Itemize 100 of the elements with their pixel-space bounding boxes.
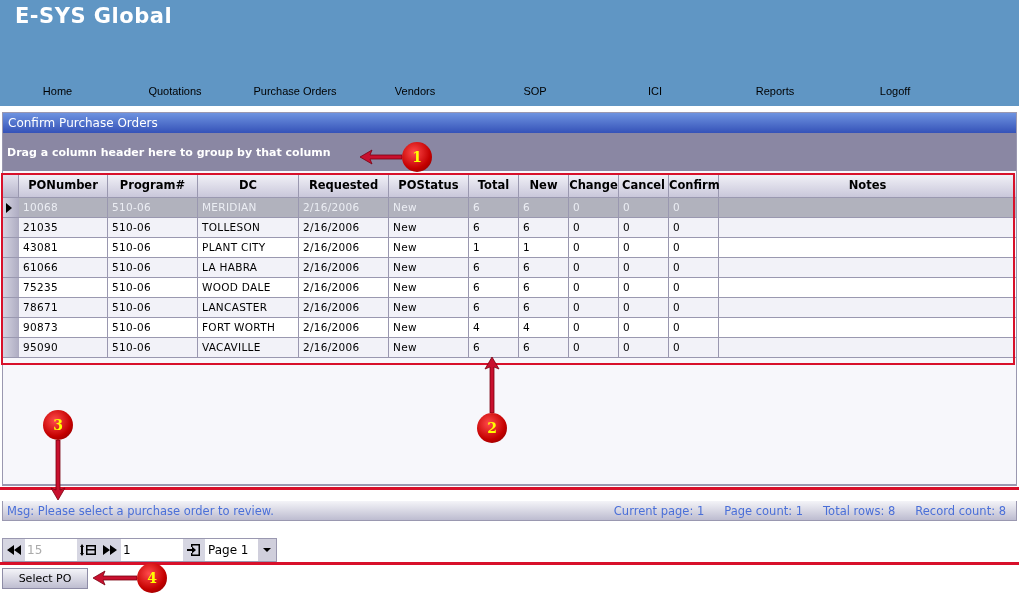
panel-title: Confirm Purchase Orders bbox=[3, 113, 1016, 133]
arrow-icon bbox=[93, 570, 137, 586]
table-cell: 1 bbox=[519, 238, 569, 258]
table-cell: 510-06 bbox=[108, 198, 198, 218]
table-cell: LA HABRA bbox=[198, 258, 299, 278]
nav-link[interactable]: Quotations bbox=[115, 85, 235, 97]
column-header[interactable]: Requested bbox=[299, 174, 389, 198]
table-cell: 0 bbox=[569, 338, 619, 358]
table-cell: 0 bbox=[669, 278, 719, 298]
column-header[interactable]: Change bbox=[569, 174, 619, 198]
table-cell: FORT WORTH bbox=[198, 318, 299, 338]
previous-page-button[interactable] bbox=[3, 539, 25, 561]
header-corner bbox=[3, 174, 19, 198]
table-cell: 2/16/2006 bbox=[299, 338, 389, 358]
row-selector[interactable] bbox=[3, 198, 19, 218]
table-cell: 0 bbox=[669, 338, 719, 358]
table-cell: New bbox=[389, 318, 469, 338]
table-cell: 90873 bbox=[19, 318, 108, 338]
table-cell: 0 bbox=[619, 218, 669, 238]
table-cell: 75235 bbox=[19, 278, 108, 298]
nav-link[interactable]: SOP bbox=[475, 85, 595, 97]
table-cell: 0 bbox=[619, 198, 669, 218]
table-cell: 0 bbox=[569, 258, 619, 278]
column-header[interactable]: PONumber bbox=[19, 174, 108, 198]
go-to-page-button[interactable] bbox=[183, 539, 205, 561]
column-header[interactable]: Program# bbox=[108, 174, 198, 198]
table-cell: WOOD DALE bbox=[198, 278, 299, 298]
set-page-size-button[interactable] bbox=[77, 539, 99, 561]
nav-link[interactable]: Home bbox=[0, 85, 115, 97]
table-cell: 0 bbox=[619, 318, 669, 338]
table-cell: 2/16/2006 bbox=[299, 298, 389, 318]
callout-badge: 4 bbox=[137, 563, 167, 593]
status-message: Msg: Please select a purchase order to review. bbox=[7, 503, 274, 518]
column-header[interactable]: New bbox=[519, 174, 569, 198]
table-cell: 2/16/2006 bbox=[299, 278, 389, 298]
table-cell: 6 bbox=[469, 218, 519, 238]
table-cell: 4 bbox=[469, 318, 519, 338]
table-cell: 95090 bbox=[19, 338, 108, 358]
arrow-icon bbox=[360, 149, 402, 165]
status-stat: Current page: 1 bbox=[613, 503, 705, 518]
table-cell: 0 bbox=[569, 218, 619, 238]
table-cell: New bbox=[389, 338, 469, 358]
next-page-button[interactable] bbox=[99, 539, 121, 561]
table-cell: 6 bbox=[519, 278, 569, 298]
table-cell: 6 bbox=[469, 278, 519, 298]
table-cell: 0 bbox=[669, 318, 719, 338]
table-cell: 510-06 bbox=[108, 238, 198, 258]
table-cell: 2/16/2006 bbox=[299, 198, 389, 218]
table-cell: 0 bbox=[569, 298, 619, 318]
double-left-arrow-icon bbox=[7, 545, 21, 555]
table-cell: 0 bbox=[669, 218, 719, 238]
table-cell: 510-06 bbox=[108, 278, 198, 298]
table-cell: LANCASTER bbox=[198, 298, 299, 318]
select-po-button[interactable]: Select PO bbox=[2, 568, 88, 589]
table-cell: 0 bbox=[619, 258, 669, 278]
column-header[interactable]: DC bbox=[198, 174, 299, 198]
column-header[interactable]: Confirm bbox=[669, 174, 719, 198]
table-cell: 0 bbox=[669, 238, 719, 258]
table-cell: 2/16/2006 bbox=[299, 238, 389, 258]
group-hint: Drag a column header here to group by that column bbox=[7, 145, 331, 159]
table-cell: 1 bbox=[469, 238, 519, 258]
dropdown-button[interactable] bbox=[258, 539, 276, 561]
table-cell: 0 bbox=[569, 238, 619, 258]
table-cell: 510-06 bbox=[108, 258, 198, 278]
rows-icon bbox=[80, 544, 96, 556]
table-cell: 2/16/2006 bbox=[299, 318, 389, 338]
table-cell: 6 bbox=[469, 198, 519, 218]
table-cell: 6 bbox=[469, 338, 519, 358]
column-header[interactable]: Total bbox=[469, 174, 519, 198]
logo: E-SYS Global bbox=[14, 3, 173, 28]
table-cell: 0 bbox=[569, 278, 619, 298]
table-cell: 510-06 bbox=[108, 298, 198, 318]
status-stat: Page count: 1 bbox=[724, 503, 804, 518]
nav-link[interactable]: Logoff bbox=[835, 85, 955, 97]
nav-link[interactable]: ICI bbox=[595, 85, 715, 97]
table-cell: 510-06 bbox=[108, 338, 198, 358]
caret-icon bbox=[263, 548, 271, 552]
table-cell: MERIDIAN bbox=[198, 198, 299, 218]
column-header[interactable]: Cancel bbox=[619, 174, 669, 198]
table-cell: New bbox=[389, 258, 469, 278]
table-cell: 6 bbox=[519, 298, 569, 318]
table-cell: 78671 bbox=[19, 298, 108, 318]
table-cell: New bbox=[389, 278, 469, 298]
table-cell: 6 bbox=[519, 338, 569, 358]
nav-link[interactable]: Vendors bbox=[355, 85, 475, 97]
table-cell: 6 bbox=[519, 258, 569, 278]
table-cell: 0 bbox=[569, 318, 619, 338]
table-cell: 0 bbox=[569, 198, 619, 218]
nav-link[interactable]: Reports bbox=[715, 85, 835, 97]
table-cell: 6 bbox=[519, 198, 569, 218]
table-cell: New bbox=[389, 298, 469, 318]
table-cell: 0 bbox=[669, 198, 719, 218]
table-cell: 0 bbox=[619, 238, 669, 258]
current-row-icon bbox=[6, 202, 12, 213]
nav-link[interactable]: Purchase Orders bbox=[235, 85, 355, 97]
table-cell: TOLLESON bbox=[198, 218, 299, 238]
table-cell: 4 bbox=[519, 318, 569, 338]
column-header[interactable]: Notes bbox=[719, 174, 1016, 198]
column-header[interactable]: POStatus bbox=[389, 174, 469, 198]
table-cell: 43081 bbox=[19, 238, 108, 258]
